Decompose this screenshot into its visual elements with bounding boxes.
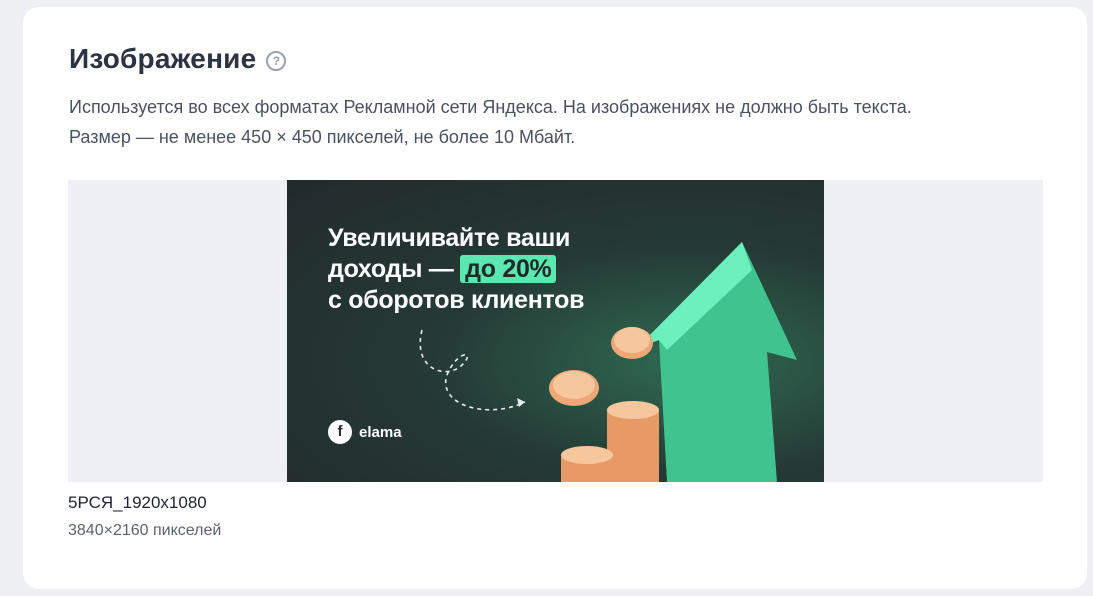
ad-banner-image[interactable]: Увеличивайте ваши доходы — до 20% с обор…: [287, 180, 824, 482]
section-title: Изображение: [69, 43, 257, 74]
description-line: Размер — не менее 450 × 450 пикселей, не…: [69, 127, 576, 147]
coin-stack-icon: [607, 410, 659, 482]
coin-stack-top: [607, 401, 659, 419]
file-name: 5РСЯ_1920x1080: [68, 493, 207, 512]
headline-line: Увеличивайте ваши: [328, 224, 571, 252]
headline-line: с оборотов клиентов: [328, 286, 585, 314]
question-circle-icon[interactable]: ?: [266, 50, 287, 71]
headline-highlight: до 20%: [460, 255, 557, 283]
banner-headline: Увеличивайте ваши доходы — до 20% с обор…: [328, 223, 584, 316]
description-line: Используется во всех форматах Рекламной …: [69, 97, 912, 117]
brand-mark: f elama: [328, 420, 402, 444]
headline-line: доходы — до 20%: [328, 254, 584, 285]
file-dimensions: 3840×2160 пикселей: [68, 522, 222, 539]
coin-face: [614, 327, 650, 353]
section-heading: Изображение ?: [69, 43, 287, 75]
image-preview-area: Увеличивайте ваши доходы — до 20% с обор…: [68, 180, 1043, 482]
image-settings-card: Изображение ? Используется во всех форма…: [23, 7, 1087, 589]
brand-name: elama: [359, 423, 402, 441]
elama-logo-icon: f: [328, 420, 352, 444]
coin-face: [553, 371, 595, 399]
headline-text: доходы —: [328, 255, 461, 283]
section-description: Используется во всех форматах Рекламной …: [69, 92, 1069, 152]
dashed-path: [419, 329, 526, 411]
coin-stack-top: [561, 446, 613, 464]
